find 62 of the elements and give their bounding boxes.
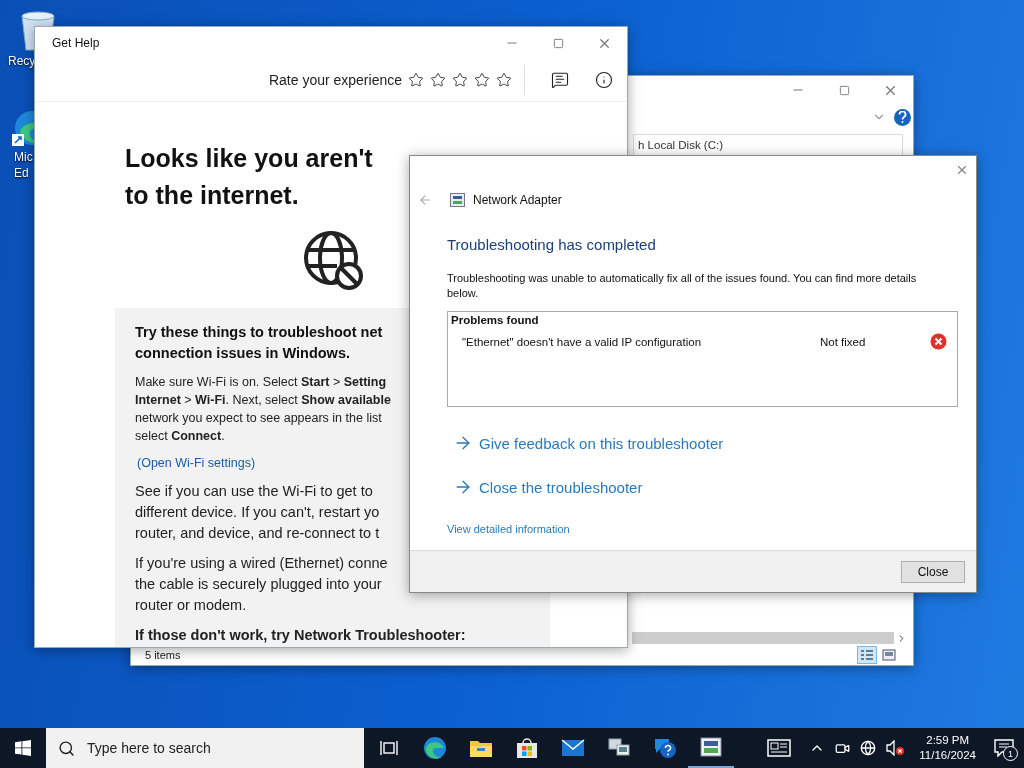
maximize-icon	[552, 37, 564, 49]
list-icon	[860, 649, 874, 661]
message-icon	[994, 739, 1014, 757]
notification-count: 1	[1003, 746, 1018, 761]
status-text: 5 items	[145, 649, 182, 661]
text-line: Make sure Wi-Fi is on. Select Start > Setting	[135, 374, 387, 391]
thumbnail-icon	[882, 649, 896, 661]
text-line: select Connect.	[135, 428, 225, 445]
thumbnails-view-button[interactable]	[879, 646, 899, 664]
rating-label: Rate your experience	[268, 72, 402, 88]
text-line: router, and device, and re-connect to t	[135, 524, 380, 543]
clock-time: 2:59 PM	[926, 733, 970, 748]
desktop-icon-label: Mic	[14, 150, 33, 164]
card-heading: connection issues in Windows.	[135, 344, 350, 363]
settings-link[interactable]: (Open Wi-Fi settings)	[137, 454, 256, 472]
command-link[interactable]: Close the troubleshooter	[453, 477, 643, 497]
star-icon[interactable]	[474, 72, 490, 88]
star-icon[interactable]	[452, 72, 468, 88]
text-line: If you're using a wired (Ethernet) conne	[135, 554, 388, 573]
text-line: the cable is securely plugged into your	[135, 575, 382, 594]
desktop-icon-label: Ed	[14, 166, 29, 180]
problem-text: "Ethernet" doesn't have a valid IP configuration	[462, 335, 703, 348]
app-title: Network Adapter	[473, 193, 562, 207]
windows-logo-icon	[15, 740, 31, 756]
star-icon[interactable]	[408, 72, 424, 88]
text-line: network you expect to see appears in the list	[135, 410, 382, 427]
close-icon	[955, 163, 969, 177]
description-text: Troubleshooting was unable to automatically fix all of the issues found. You can find more details below.	[447, 271, 918, 301]
text-line: Internet > Wi-Fi. Next, select Show available	[135, 392, 391, 409]
globe-blocked-icon	[303, 230, 365, 292]
command-link[interactable]: Give feedback on this troubleshooter	[453, 433, 724, 453]
notifications-button[interactable]: 1	[984, 728, 1024, 768]
search-icon	[58, 739, 75, 757]
star-icon[interactable]	[496, 72, 512, 88]
dialog-heading: Troubleshooting has completed	[447, 236, 657, 253]
task-view-icon	[380, 740, 398, 756]
desktop-icon-label: Recy	[8, 54, 36, 68]
horizontal-scrollbar[interactable]	[632, 632, 894, 644]
network-adapter-icon	[450, 193, 465, 207]
card-heading: Try these things to troubleshoot net	[135, 323, 383, 342]
details-view-button[interactable]	[857, 646, 877, 664]
clock-date: 11/16/2024	[919, 748, 976, 763]
text-line: router or modem.	[135, 596, 247, 615]
text-line: See if you can use the Wi-Fi to get to	[135, 482, 373, 501]
problem-status: Not fixed	[820, 335, 867, 348]
clock[interactable]: 2:59 PM 11/16/2024	[911, 733, 984, 763]
star-rating[interactable]	[408, 65, 525, 95]
text-line: different device. If you can't, restart yo	[135, 503, 380, 522]
info-icon[interactable]	[595, 71, 613, 89]
window-title: Get Help	[52, 36, 101, 50]
section-heading: If those don't work, try Network Troubleshooter:	[135, 626, 466, 645]
page-heading: to the internet.	[125, 180, 299, 211]
search-field[interactable]: Type here to search	[46, 728, 364, 768]
star-icon[interactable]	[430, 72, 446, 88]
search-input[interactable]: Type here to search	[85, 739, 339, 757]
feedback-icon[interactable]	[551, 71, 569, 89]
list-header: Problems found	[451, 314, 540, 326]
help-icon[interactable]	[894, 108, 911, 126]
maximize-icon	[838, 84, 850, 96]
page-heading: Looks like you aren't	[125, 143, 373, 174]
close-button[interactable]: Close	[901, 560, 965, 583]
details-link[interactable]: View detailed information	[447, 523, 570, 535]
